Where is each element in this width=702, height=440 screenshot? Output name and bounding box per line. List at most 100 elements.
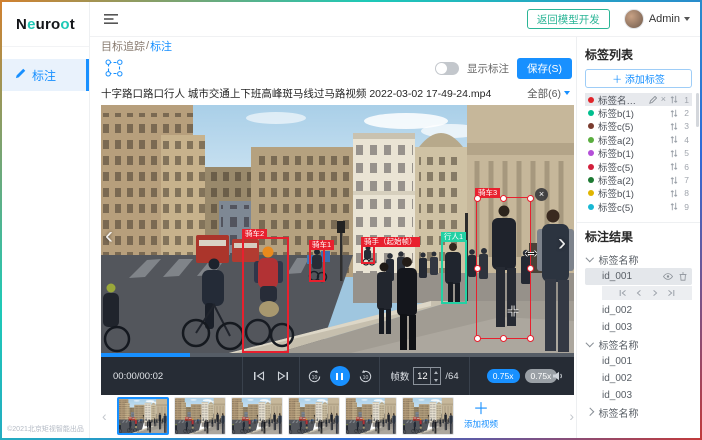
frame-pagination: [602, 286, 692, 300]
rect-select-tool-icon[interactable]: [105, 59, 123, 77]
pagination-prev-icon[interactable]: [635, 289, 643, 297]
annotation-box[interactable]: 行人1: [441, 240, 467, 304]
label-row[interactable]: 标签c(5)9: [585, 200, 692, 213]
label-index: 2: [682, 108, 689, 118]
annotation-box[interactable]: 骑车2: [242, 237, 289, 353]
sort-icon[interactable]: [670, 202, 678, 211]
forward-10-icon[interactable]: 10: [358, 369, 373, 384]
add-video-button[interactable]: ＋ 添加视频: [459, 396, 503, 436]
label-row[interactable]: 标签c(5)3: [585, 120, 692, 133]
resize-handle[interactable]: [474, 335, 481, 342]
sort-icon[interactable]: [670, 149, 678, 158]
label-row[interactable]: 标签a(2)4: [585, 133, 692, 146]
annotation-box[interactable]: 骑车1: [309, 248, 325, 282]
close-icon[interactable]: ×: [661, 95, 666, 104]
result-id-row[interactable]: id_001: [585, 353, 692, 370]
user-menu[interactable]: Admin: [649, 13, 690, 25]
sort-icon[interactable]: [670, 162, 678, 171]
trash-icon[interactable]: [679, 272, 687, 281]
video-thumbnail[interactable]: [231, 397, 283, 435]
result-group-header[interactable]: 标签名称: [585, 251, 692, 268]
frame-step-down-icon[interactable]: [431, 376, 440, 384]
filter-dropdown[interactable]: 全部(6): [527, 86, 576, 101]
resize-handle[interactable]: [527, 265, 534, 272]
resize-handle[interactable]: [474, 195, 481, 202]
back-to-model-dev-button[interactable]: 返回模型开发: [527, 9, 610, 29]
show-annotation-toggle[interactable]: [435, 62, 459, 75]
svg-text:10: 10: [362, 374, 368, 380]
video-title-row: 十字路口路口行人 城市交通上下班高峰斑马线过马路视频 2022-03-02 17…: [101, 81, 576, 105]
filmstrip-next-chevron[interactable]: ›: [569, 408, 574, 424]
resize-handle[interactable]: [527, 335, 534, 342]
next-video-chevron[interactable]: ›: [558, 232, 566, 254]
annotation-box[interactable]: 骑手（起始帧）: [361, 245, 375, 264]
label-color-dot: [588, 177, 594, 183]
result-id: id_002: [602, 305, 632, 316]
annotation-box[interactable]: 骑车3×: [476, 197, 531, 339]
sort-icon[interactable]: [670, 122, 678, 131]
pencil-icon: [15, 68, 26, 82]
pagination-first-icon[interactable]: [619, 289, 627, 297]
frame-number-input[interactable]: [414, 368, 430, 384]
resize-handle[interactable]: [474, 265, 481, 272]
label-row[interactable]: 标签名字最长数...×1: [585, 93, 692, 106]
video-thumbnail[interactable]: [174, 397, 226, 435]
frame-step-up-icon[interactable]: [431, 368, 440, 376]
label-index: 7: [682, 175, 689, 185]
breadcrumb-parent[interactable]: 目标追踪: [101, 38, 145, 54]
eye-icon[interactable]: [663, 273, 673, 280]
resize-handle[interactable]: [527, 195, 534, 202]
video-thumbnail[interactable]: [117, 397, 169, 435]
sort-icon[interactable]: [670, 95, 678, 104]
show-annotation-label: 显示标注: [467, 61, 509, 76]
frame-number-stepper[interactable]: [413, 367, 441, 385]
resize-handle[interactable]: [500, 195, 507, 202]
edit-icon[interactable]: [649, 96, 657, 104]
thumbnail-list: [117, 397, 454, 435]
result-group-header[interactable]: 标签名称: [585, 404, 692, 421]
avatar[interactable]: [624, 9, 644, 29]
result-group-header[interactable]: 标签名称: [585, 336, 692, 353]
prev-frame-icon[interactable]: [253, 371, 265, 381]
volume-icon[interactable]: [552, 370, 564, 382]
delete-annotation-button[interactable]: ×: [535, 188, 548, 201]
result-id-row[interactable]: id_002: [585, 302, 692, 319]
filmstrip-prev-chevron[interactable]: ‹: [102, 408, 107, 424]
sort-icon[interactable]: [670, 176, 678, 185]
labels-scrollbar[interactable]: [696, 93, 699, 127]
resize-handle[interactable]: [500, 335, 507, 342]
label-row[interactable]: 标签a(2)7: [585, 173, 692, 186]
speed-pill-active[interactable]: 0.75x: [487, 369, 520, 383]
label-index: 4: [682, 135, 689, 145]
label-row[interactable]: 标签b(1)5: [585, 147, 692, 160]
menu-fold-icon[interactable]: [104, 13, 118, 25]
video-thumbnail[interactable]: [345, 397, 397, 435]
prev-video-chevron[interactable]: ‹: [105, 225, 113, 247]
label-row[interactable]: 标签b(1)8: [585, 187, 692, 200]
result-id-row[interactable]: id_001: [585, 268, 692, 285]
result-id-row[interactable]: id_003: [585, 387, 692, 404]
main-region: 返回模型开发 Admin 目标追踪/标注 显示标注 保存(S): [90, 2, 700, 438]
label-row[interactable]: 标签b(1)2: [585, 106, 692, 119]
pause-button[interactable]: [330, 366, 350, 386]
result-id-row[interactable]: id_002: [585, 370, 692, 387]
label-index: 9: [682, 202, 689, 212]
next-frame-icon[interactable]: [277, 371, 289, 381]
sort-icon[interactable]: [670, 109, 678, 118]
result-id-row[interactable]: id_003: [585, 319, 692, 336]
label-index: 8: [682, 188, 689, 198]
label-row[interactable]: 标签c(5)6: [585, 160, 692, 173]
sort-icon[interactable]: [670, 135, 678, 144]
sort-icon[interactable]: [670, 189, 678, 198]
pagination-next-icon[interactable]: [651, 289, 659, 297]
rewind-10-icon[interactable]: 10: [307, 369, 322, 384]
video-thumbnail[interactable]: [288, 397, 340, 435]
add-label-button[interactable]: ＋ 添加标签: [585, 69, 692, 88]
pagination-last-icon[interactable]: [667, 289, 675, 297]
save-button[interactable]: 保存(S): [517, 58, 572, 79]
label-index: 5: [682, 148, 689, 158]
label-list: 标签名字最长数...×1标签b(1)2标签c(5)3标签a(2)4标签b(1)5…: [585, 93, 692, 214]
video-player[interactable]: 骑车2骑车1骑手（起始帧）行人1骑车3× ‹ › 00:00/00:02: [101, 105, 574, 395]
video-thumbnail[interactable]: [402, 397, 454, 435]
sidebar-item-annotation[interactable]: 标注: [2, 59, 89, 91]
